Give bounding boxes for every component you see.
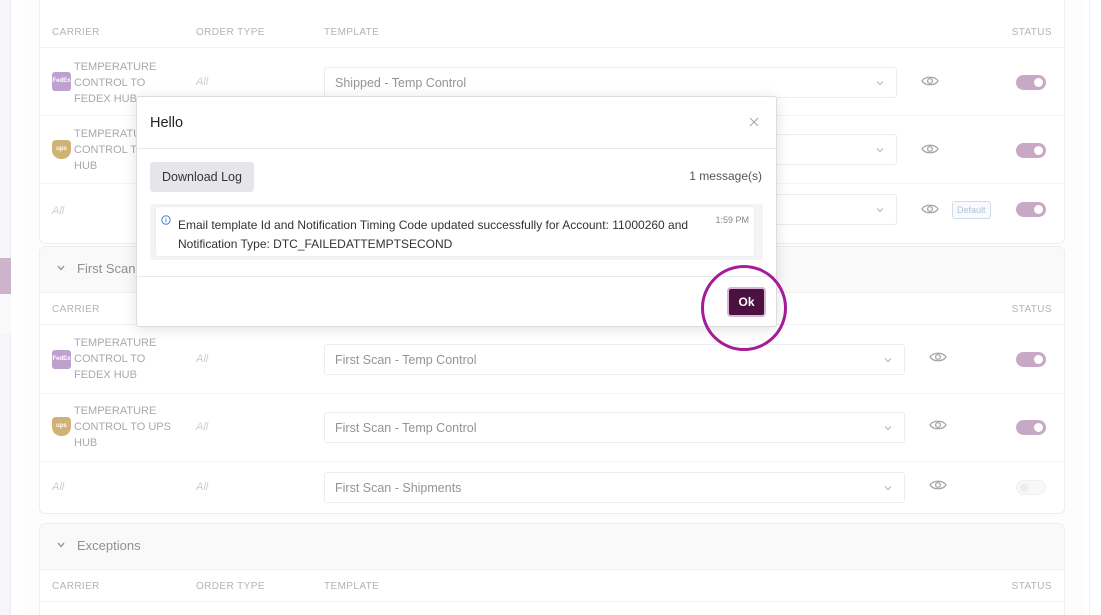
log-message: Email template Id and Notification Timin…: [178, 218, 689, 251]
log-item: Email template Id and Notification Timin…: [156, 207, 754, 256]
close-icon[interactable]: [748, 116, 760, 128]
dialog-footer: Ok: [137, 276, 776, 327]
log-timestamp: 1:59 PM: [715, 215, 749, 225]
message-count: 1 message(s): [689, 169, 762, 183]
dialog-title: Hello: [150, 115, 184, 131]
download-log-button[interactable]: Download Log: [150, 162, 254, 192]
notification-dialog: Hello Download Log 1 message(s) Email te…: [136, 96, 777, 327]
log-list: Email template Id and Notification Timin…: [150, 204, 763, 260]
dialog-header: Hello: [137, 97, 776, 149]
info-icon: [161, 215, 171, 225]
click-highlight-ring: [701, 265, 787, 351]
